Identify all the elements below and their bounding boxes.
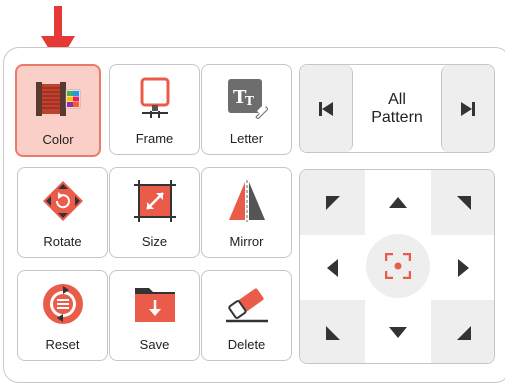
arrow-down-left-icon	[325, 325, 340, 340]
frame-button[interactable]: Frame	[109, 64, 200, 155]
save-folder-icon	[110, 281, 199, 327]
arrow-left-icon	[327, 258, 338, 277]
reset-button[interactable]: Reset	[17, 270, 108, 361]
arrow-right-icon	[458, 258, 469, 277]
save-button[interactable]: Save	[109, 270, 200, 361]
arrow-down-right-icon	[456, 325, 471, 340]
next-pattern-button[interactable]	[441, 65, 494, 152]
delete-button-label: Delete	[227, 337, 266, 352]
arrow-up-icon	[388, 197, 407, 208]
frame-button-label: Frame	[135, 131, 174, 146]
color-button-label: Color	[42, 132, 74, 147]
move-up-left-button[interactable]	[300, 170, 365, 235]
delete-button[interactable]: Delete	[201, 270, 292, 361]
thread-spool-palette-icon	[17, 76, 99, 122]
pattern-label-line2: Pattern	[371, 109, 423, 126]
center-focus-icon	[385, 253, 411, 279]
letter-button[interactable]: T T Letter	[201, 64, 292, 155]
letter-text-icon: T T	[202, 75, 291, 121]
letter-button-label: Letter	[229, 131, 264, 146]
previous-pattern-button[interactable]	[300, 65, 353, 152]
move-up-right-button[interactable]	[431, 170, 494, 235]
arrow-down-icon	[388, 327, 407, 338]
resize-icon	[110, 178, 199, 224]
size-button-label: Size	[141, 234, 168, 249]
move-down-button[interactable]	[365, 300, 430, 363]
center-button[interactable]	[366, 234, 430, 298]
pattern-selector: All Pattern	[299, 64, 495, 153]
move-down-right-button[interactable]	[431, 300, 494, 363]
rotate-button[interactable]: Rotate	[17, 167, 108, 258]
pattern-label-line1: All	[388, 91, 406, 108]
rotate-button-label: Rotate	[43, 234, 82, 249]
arrow-up-right-icon	[456, 195, 471, 210]
rotate-icon	[18, 178, 107, 224]
mirror-button[interactable]: Mirror	[201, 167, 292, 258]
embroidery-frame-icon	[110, 75, 199, 121]
mirror-icon	[202, 178, 291, 224]
pattern-label: All Pattern	[352, 91, 442, 127]
reset-button-label: Reset	[45, 337, 80, 352]
svg-text:T: T	[245, 94, 254, 108]
arrow-up-left-icon	[325, 195, 340, 210]
skip-previous-icon	[319, 101, 333, 116]
move-left-button[interactable]	[300, 235, 365, 300]
skip-next-icon	[461, 101, 475, 116]
reset-icon	[18, 281, 107, 327]
size-button[interactable]: Size	[109, 167, 200, 258]
mirror-button-label: Mirror	[229, 234, 264, 249]
direction-pad	[299, 169, 495, 364]
color-button[interactable]: Color	[15, 64, 101, 157]
move-down-left-button[interactable]	[300, 300, 365, 363]
move-right-button[interactable]	[431, 235, 494, 300]
save-button-label: Save	[139, 337, 170, 352]
move-up-button[interactable]	[365, 170, 430, 235]
eraser-icon	[202, 281, 291, 327]
